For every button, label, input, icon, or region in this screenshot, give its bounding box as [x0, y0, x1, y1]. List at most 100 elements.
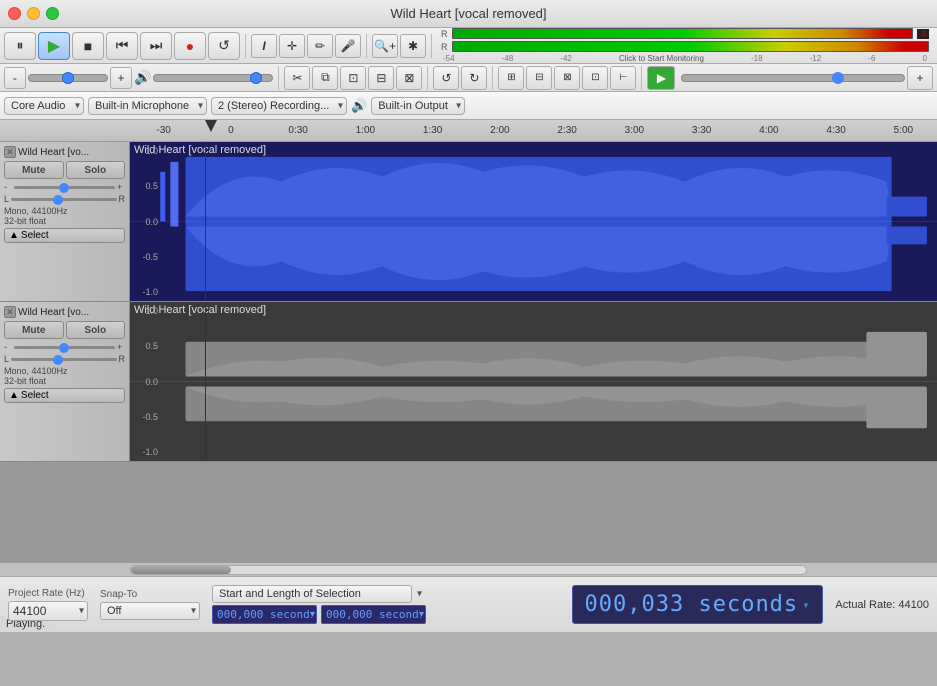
- track-2-mute-button[interactable]: Mute: [4, 321, 64, 339]
- select-tool-button[interactable]: I: [251, 34, 277, 58]
- cut-button[interactable]: ✂: [284, 66, 310, 90]
- time-input-2-wrap[interactable]: ▾: [321, 605, 426, 624]
- track-1-select-button[interactable]: ▲ Select: [4, 228, 125, 243]
- input-device-wrap[interactable]: Built-in Microphone: [88, 97, 207, 115]
- big-time-arrow[interactable]: ▾: [802, 598, 810, 612]
- zoom-time-button[interactable]: ⊠: [554, 66, 580, 90]
- pause-button[interactable]: ⏸: [4, 32, 36, 60]
- toolbar-separator-3: [431, 34, 432, 58]
- ya2--10: -1.0: [132, 447, 158, 457]
- maximize-button[interactable]: [46, 7, 59, 20]
- zoom-sel-button[interactable]: ⊞: [498, 66, 524, 90]
- project-rate-wrap[interactable]: 44100: [8, 601, 88, 621]
- stop-button[interactable]: ■: [72, 32, 104, 60]
- track-1-bit-depth: 32-bit float: [4, 216, 125, 226]
- time-input-1-wrap[interactable]: ▾: [212, 605, 317, 624]
- time-input-1[interactable]: [212, 605, 317, 624]
- copy-button[interactable]: ⧉: [312, 66, 338, 90]
- status-bar: Playing. Project Rate (Hz) 44100 Snap-To…: [0, 576, 937, 632]
- meter-label-48: -48: [502, 54, 514, 63]
- output-device-select[interactable]: Built-in Output: [371, 97, 465, 115]
- selection-mode-wrap[interactable]: Start and Length of Selection: [212, 585, 426, 603]
- close-button[interactable]: [8, 7, 21, 20]
- zoom-in-button[interactable]: 🔍+: [372, 34, 398, 58]
- track-1-mute-button[interactable]: Mute: [4, 161, 64, 179]
- track-2-select-button[interactable]: ▲ Select: [4, 388, 125, 403]
- track-2-waveform-svg: [130, 302, 937, 461]
- track-1-pan-slider[interactable]: [11, 198, 116, 201]
- track-1-header: ✕ Wild Heart [vo...: [4, 146, 125, 158]
- track-2-select-label: Select: [21, 390, 49, 401]
- skip-back-button[interactable]: ⏮: [106, 32, 138, 60]
- meter-label-12: -12: [810, 54, 822, 63]
- track-2-vol-minus: -: [4, 342, 12, 352]
- trim-button[interactable]: ⊟: [368, 66, 394, 90]
- ruler-mark--30: -30: [130, 125, 197, 136]
- skip-forward-button[interactable]: ⏭: [140, 32, 172, 60]
- track-2-pan-l: L: [4, 354, 9, 364]
- track-2-waveform[interactable]: Wild Heart [vocal removed] 1.0 0.5 0.0 -…: [130, 302, 937, 461]
- scrollbar-track[interactable]: [130, 565, 807, 575]
- zoom-all-button[interactable]: ⊡: [582, 66, 608, 90]
- paste-button[interactable]: ⊡: [340, 66, 366, 90]
- channels-select[interactable]: 2 (Stereo) Recording...: [211, 97, 347, 115]
- click-monitor-label[interactable]: Click to Start Monitoring: [619, 54, 704, 63]
- meter-label-54: -54: [443, 54, 455, 63]
- meter-label-6: -6: [868, 54, 875, 63]
- undo-button[interactable]: ↺: [433, 66, 459, 90]
- snap-to-select[interactable]: Off: [100, 602, 200, 620]
- minimize-button[interactable]: [27, 7, 40, 20]
- track-2-volume-slider[interactable]: [14, 346, 115, 349]
- track-2-solo-button[interactable]: Solo: [66, 321, 126, 339]
- device-bar: Core Audio Built-in Microphone 2 (Stereo…: [0, 92, 937, 120]
- track-1-info: Mono, 44100Hz 32-bit float: [4, 206, 125, 226]
- track-2-bit-depth: 32-bit float: [4, 376, 125, 386]
- track-1-waveform[interactable]: Wild Heart [vocal removed] 1.0 0.5 0.0 -…: [130, 142, 937, 301]
- record-button[interactable]: ●: [174, 32, 206, 60]
- ruler-mark-500: 5:00: [870, 125, 937, 136]
- selection-mode-select[interactable]: Start and Length of Selection: [212, 585, 412, 603]
- output-device-wrap[interactable]: Built-in Output: [371, 97, 465, 115]
- track-1-vol-minus: -: [4, 182, 12, 192]
- track-2-pan-slider[interactable]: [11, 358, 116, 361]
- play-button[interactable]: ▶: [38, 32, 70, 60]
- scrollbar-area[interactable]: [0, 562, 937, 576]
- input-device-select[interactable]: Built-in Microphone: [88, 97, 207, 115]
- zoom-in-vol-button[interactable]: +: [110, 67, 132, 89]
- ya-00: 0.0: [132, 217, 158, 227]
- mic-tool-button[interactable]: 🎤: [335, 34, 361, 58]
- track-1-waveform-label: Wild Heart [vocal removed]: [134, 144, 266, 156]
- meter-label-18: -18: [751, 54, 763, 63]
- redo-button[interactable]: ↻: [461, 66, 487, 90]
- track-1: ✕ Wild Heart [vo... Mute Solo - + L: [0, 142, 937, 302]
- add-button[interactable]: +: [907, 66, 933, 90]
- track-1-solo-button[interactable]: Solo: [66, 161, 126, 179]
- loop-button[interactable]: ↺: [208, 32, 240, 60]
- sep-2a: [278, 66, 279, 90]
- zoom-out-button[interactable]: -: [4, 67, 26, 89]
- track-2-volume-section: - + L R: [4, 342, 125, 364]
- smart-button[interactable]: ⊢: [610, 66, 636, 90]
- audio-host-select[interactable]: Core Audio: [4, 97, 84, 115]
- track-1-volume-row: - +: [4, 182, 125, 192]
- channels-wrap[interactable]: 2 (Stereo) Recording...: [211, 97, 347, 115]
- zoom-fit-button[interactable]: ⊟: [526, 66, 552, 90]
- window-controls[interactable]: [8, 7, 59, 20]
- snap-to-wrap[interactable]: Off: [100, 602, 200, 620]
- draw-tool-button[interactable]: ✏: [307, 34, 333, 58]
- scrollbar-thumb[interactable]: [131, 566, 231, 574]
- track-1-volume-slider[interactable]: [14, 186, 115, 189]
- time-input-2[interactable]: [321, 605, 426, 624]
- project-rate-select[interactable]: 44100: [8, 601, 88, 621]
- track-1-close-button[interactable]: ✕: [4, 146, 16, 158]
- multi-tool-button[interactable]: ✛: [279, 34, 305, 58]
- timeline-ruler[interactable]: -30 0 0:30 1:00 1:30 2:00 2:30 3:00 3:30…: [0, 120, 937, 142]
- audio-host-wrap[interactable]: Core Audio: [4, 97, 84, 115]
- ruler-mark-130: 1:30: [399, 125, 466, 136]
- asterisk-button[interactable]: ✱: [400, 34, 426, 58]
- silence-button[interactable]: ⊠: [396, 66, 422, 90]
- play-indicator-button[interactable]: ▶: [647, 66, 675, 90]
- track-2-close-button[interactable]: ✕: [4, 306, 16, 318]
- track-2-pan-row: L R: [4, 354, 125, 364]
- selection-mode-group: Start and Length of Selection ▾ ▾: [212, 585, 426, 624]
